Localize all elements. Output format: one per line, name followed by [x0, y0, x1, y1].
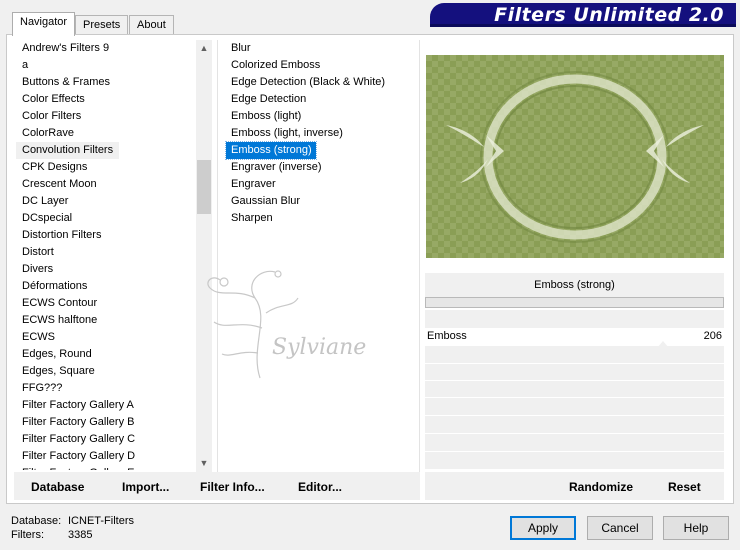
apply-button[interactable]: Apply: [510, 516, 576, 540]
filter-item[interactable]: Engraver (inverse): [226, 159, 416, 176]
category-item[interactable]: Color Effects: [16, 91, 196, 108]
filter-item[interactable]: Engraver: [226, 176, 416, 193]
import-button[interactable]: Import...: [122, 480, 169, 494]
category-item[interactable]: DC Layer: [16, 193, 196, 210]
category-item[interactable]: Crescent Moon: [16, 176, 196, 193]
filter-item[interactable]: Emboss (light, inverse): [226, 125, 416, 142]
parameter-value: 206: [703, 330, 722, 342]
scrollbar-thumb[interactable]: [197, 160, 211, 214]
param-divider: [425, 380, 724, 381]
preview-image: [426, 55, 724, 258]
category-item[interactable]: Filter Factory Gallery D: [16, 448, 196, 465]
status-database: Database: ICNET-Filters: [11, 515, 134, 527]
category-item[interactable]: Divers: [16, 261, 196, 278]
parameter-label: Emboss: [427, 330, 467, 342]
help-button[interactable]: Help: [663, 516, 729, 540]
status-filters-value: 3385: [68, 529, 93, 541]
category-item[interactable]: Filter Factory Gallery C: [16, 431, 196, 448]
status-filters: Filters: 3385: [11, 529, 92, 541]
filter-item[interactable]: Emboss (light): [226, 108, 416, 125]
filter-item[interactable]: Emboss (strong): [225, 141, 317, 160]
category-item[interactable]: Distortion Filters: [16, 227, 196, 244]
category-item[interactable]: Buttons & Frames: [16, 74, 196, 91]
param-divider: [425, 451, 724, 452]
cancel-button[interactable]: Cancel: [587, 516, 653, 540]
tab-navigator[interactable]: Navigator: [12, 12, 76, 36]
category-item[interactable]: ColorRave: [16, 125, 196, 142]
param-divider: [425, 397, 724, 398]
category-item[interactable]: ECWS: [16, 329, 196, 346]
filter-item[interactable]: Colorized Emboss: [226, 57, 416, 74]
category-scrollbar[interactable]: ▲ ▼: [196, 40, 212, 472]
status-database-value: ICNET-Filters: [68, 515, 134, 527]
tab-about[interactable]: About: [129, 15, 174, 35]
status-filters-label: Filters:: [11, 529, 44, 541]
slider-pointer-icon[interactable]: [657, 341, 669, 348]
category-item[interactable]: Filter Factory Gallery B: [16, 414, 196, 431]
category-item[interactable]: Filter Factory Gallery A: [16, 397, 196, 414]
category-item[interactable]: Distort: [16, 244, 196, 261]
filter-list[interactable]: Blur Colorized Emboss Edge Detection (Blac…: [225, 40, 416, 240]
preview-slider[interactable]: [425, 297, 724, 308]
filter-item[interactable]: Edge Detection (Black & White): [226, 74, 416, 91]
reset-button[interactable]: Reset: [668, 480, 701, 494]
category-item[interactable]: DCspecial: [16, 210, 196, 227]
tab-presets[interactable]: Presets: [75, 15, 129, 35]
category-item[interactable]: Edges, Round: [16, 346, 196, 363]
category-item[interactable]: Filter Factory Gallery E: [16, 465, 196, 470]
chevron-down-icon[interactable]: ▼: [196, 455, 212, 472]
category-item[interactable]: Andrew's Filters 9: [16, 40, 196, 57]
current-filter-name: Emboss (strong): [425, 273, 724, 297]
navigator-button-bar: Database Import... Filter Info... Editor…: [14, 472, 420, 500]
preview-button-bar: Randomize Reset: [425, 472, 724, 500]
param-divider: [425, 363, 724, 364]
randomize-button[interactable]: Randomize: [569, 480, 633, 494]
banner-title: Filters Unlimited 2.0: [494, 4, 724, 26]
category-item[interactable]: Déformations: [16, 278, 196, 295]
editor-button[interactable]: Editor...: [298, 480, 342, 494]
category-item[interactable]: CPK Designs: [16, 159, 196, 176]
filter-item[interactable]: Sharpen: [226, 210, 416, 227]
filter-item[interactable]: Edge Detection: [226, 91, 416, 108]
list-divider: [217, 40, 218, 472]
status-database-label: Database:: [11, 515, 62, 527]
filter-info-button[interactable]: Filter Info...: [200, 480, 265, 494]
category-item[interactable]: ECWS halftone: [16, 312, 196, 329]
sylviane-watermark: Sylviane: [207, 270, 366, 379]
category-list[interactable]: Andrew's Filters 9 a Buttons & Frames Color…: [16, 40, 196, 470]
category-item[interactable]: Convolution Filters: [16, 142, 120, 159]
category-item[interactable]: a: [16, 57, 196, 74]
chevron-up-icon[interactable]: ▲: [196, 40, 212, 57]
watermark-text: Sylviane: [272, 335, 366, 360]
database-button[interactable]: Database: [31, 480, 84, 494]
category-item[interactable]: FFG???: [16, 380, 196, 397]
title-banner: Filters Unlimited 2.0: [430, 3, 736, 27]
parameter-row-emboss[interactable]: Emboss 206: [425, 328, 724, 348]
param-divider: [425, 433, 724, 434]
filter-item[interactable]: Gaussian Blur: [226, 193, 416, 210]
filter-item[interactable]: Blur: [226, 40, 416, 57]
category-item[interactable]: Edges, Square: [16, 363, 196, 380]
category-item[interactable]: Color Filters: [16, 108, 196, 125]
param-divider: [425, 309, 724, 310]
list-divider: [419, 40, 420, 472]
category-item[interactable]: ECWS Contour: [16, 295, 196, 312]
param-divider: [425, 415, 724, 416]
parameter-panel: Emboss 206: [425, 309, 724, 469]
